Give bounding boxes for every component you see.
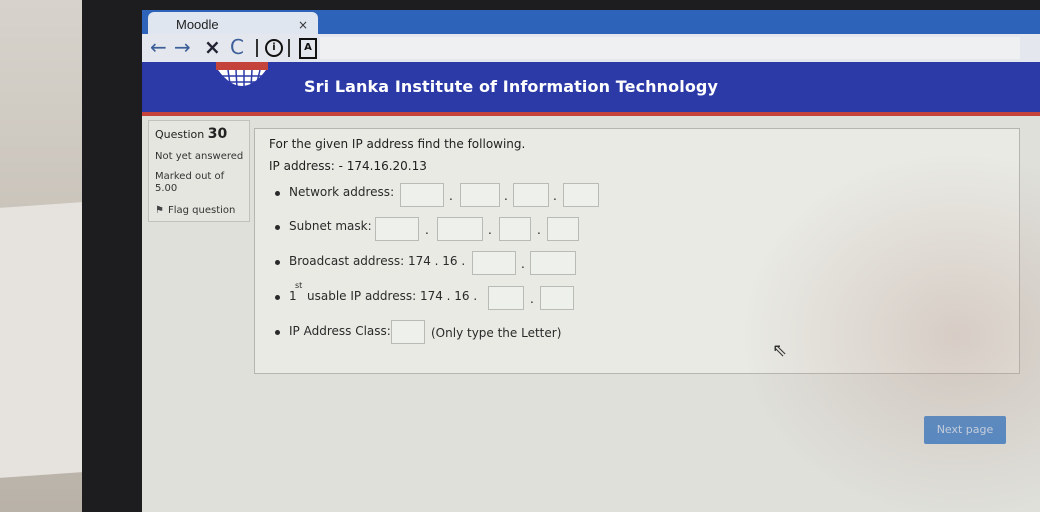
- tab-title: Moodle: [176, 17, 219, 32]
- network-octet-2-input[interactable]: [460, 183, 500, 207]
- flag-question-link[interactable]: ⚑ Flag question: [155, 205, 235, 216]
- next-page-button[interactable]: Next page: [924, 416, 1006, 444]
- octet-separator: .: [537, 223, 541, 237]
- broadcast-address-label: Broadcast address: 174 . 16 .: [289, 254, 466, 268]
- question-label: Question 30: [155, 126, 227, 142]
- octet-separator: .: [449, 189, 453, 203]
- ip-address-line: IP address: - 174.16.20.13: [269, 159, 427, 173]
- bullet: [275, 260, 280, 265]
- broadcast-octet-3-input[interactable]: [472, 251, 516, 275]
- ip-class-hint: (Only type the Letter): [431, 326, 562, 340]
- subnet-octet-4-input[interactable]: [547, 217, 579, 241]
- stop-icon[interactable]: ×: [204, 37, 221, 57]
- question-marks: Marked out of 5.00: [155, 171, 245, 195]
- subnet-octet-3-input[interactable]: [499, 217, 531, 241]
- page-icon[interactable]: A: [299, 38, 317, 59]
- flag-icon: ⚑: [155, 205, 164, 216]
- octet-separator: .: [521, 257, 525, 271]
- question-number: 30: [207, 126, 228, 142]
- ip-class-label: IP Address Class:: [289, 324, 391, 338]
- browser-window: Moodle × ← → × C i A Sri Lanka Institute…: [142, 10, 1040, 512]
- reload-icon[interactable]: C: [230, 37, 244, 57]
- usable-octet-3-input[interactable]: [488, 286, 524, 310]
- question-info-panel: Question 30 Not yet answered Marked out …: [148, 120, 250, 222]
- laptop-bezel: [82, 0, 146, 512]
- toolbar-divider: [288, 39, 290, 57]
- bullet: [275, 295, 280, 300]
- question-prompt: For the given IP address find the follow…: [269, 137, 526, 151]
- back-arrow-icon[interactable]: ←: [150, 37, 167, 57]
- network-address-label: Network address:: [289, 185, 395, 199]
- octet-separator: .: [504, 189, 508, 203]
- address-bar[interactable]: [320, 37, 1020, 59]
- first-usable-label: usable IP address: 174 . 16 .: [307, 289, 478, 303]
- question-content: For the given IP address find the follow…: [254, 128, 1020, 374]
- network-octet-1-input[interactable]: [400, 183, 444, 207]
- toolbar-divider: [256, 39, 258, 57]
- flag-question-label: Flag question: [167, 205, 236, 216]
- first-usable-superscript: st: [295, 281, 303, 290]
- octet-separator: .: [425, 223, 429, 237]
- site-title: Sri Lanka Institute of Information Techn…: [304, 77, 718, 96]
- network-octet-4-input[interactable]: [563, 183, 599, 207]
- marked-out-of-label: Marked out of: [155, 171, 225, 182]
- subnet-octet-1-input[interactable]: [375, 217, 419, 241]
- info-icon[interactable]: i: [265, 39, 283, 57]
- tab-close-icon[interactable]: ×: [298, 18, 308, 32]
- browser-toolbar: ← → × C i A: [142, 34, 1040, 62]
- network-octet-3-input[interactable]: [513, 183, 549, 207]
- octet-separator: .: [530, 292, 534, 306]
- mouse-cursor-icon: ⇖: [772, 340, 788, 361]
- octet-separator: .: [553, 189, 557, 203]
- question-word: Question: [155, 128, 205, 141]
- usable-octet-4-input[interactable]: [540, 286, 574, 310]
- question-status: Not yet answered: [155, 151, 244, 162]
- institute-logo-icon: [216, 62, 268, 89]
- first-usable-number: 1: [289, 289, 297, 303]
- broadcast-octet-4-input[interactable]: [530, 251, 576, 275]
- marks-value: 5.00: [155, 183, 178, 194]
- bullet: [275, 225, 280, 230]
- ip-class-input[interactable]: [391, 320, 425, 344]
- bullet: [275, 191, 280, 196]
- octet-separator: .: [488, 223, 492, 237]
- forward-arrow-icon[interactable]: →: [174, 37, 191, 57]
- paper-sheet: [0, 202, 82, 478]
- subnet-octet-2-input[interactable]: [437, 217, 483, 241]
- bullet: [275, 330, 280, 335]
- site-header: Sri Lanka Institute of Information Techn…: [142, 62, 1040, 116]
- subnet-mask-label: Subnet mask:: [289, 219, 372, 233]
